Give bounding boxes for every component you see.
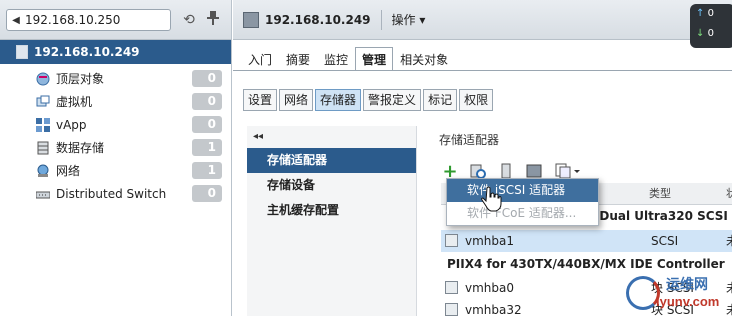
nav-item-count: 0: [192, 70, 222, 87]
adapter-icon: [445, 303, 458, 316]
subtab-permissions[interactable]: 权限: [459, 89, 494, 111]
tab-monitor[interactable]: 监控: [317, 47, 355, 71]
nav-item-count: 0: [192, 116, 222, 133]
up-arrow-icon: ↑: [696, 8, 705, 19]
adapter-status: 未: [726, 230, 732, 252]
storage-side-menu: ◂◂ 存储适配器 存储设备 主机缓存配置: [247, 126, 417, 316]
nav-item-count: 0: [192, 185, 222, 202]
manage-subtabs: 设置 网络 存储器 警报定义 标记 权限: [243, 89, 495, 111]
status-indicator[interactable]: ↑ 0 ↓ 0: [690, 4, 732, 48]
subtab-tags[interactable]: 标记: [423, 89, 458, 111]
history-back-box[interactable]: ◀ 192.168.10.250: [6, 9, 171, 31]
host-icon: [243, 11, 259, 28]
vm-icon: [36, 95, 50, 109]
watermark-logo-icon: [626, 276, 660, 310]
distributed-switch-icon: [35, 187, 51, 201]
host-icon: [16, 45, 28, 59]
side-item-storage-adapters[interactable]: 存储适配器: [247, 148, 416, 173]
tab-manage[interactable]: 管理: [355, 47, 394, 71]
nav-item-label: Distributed Switch: [56, 186, 167, 201]
hand-cursor-icon: [480, 186, 502, 212]
group-title-tail: T Dual Ultra320 SCSI: [587, 209, 728, 223]
nav-item-count: 1: [192, 139, 222, 156]
tab-divider: [233, 70, 732, 71]
adapter-type: SCSI: [651, 234, 679, 248]
menu-item-software-iscsi[interactable]: 软件 iSCSI 适配器: [447, 179, 598, 202]
nav-item-datastores[interactable]: 数据存储 1: [0, 136, 231, 159]
adapter-icon: [445, 234, 458, 247]
object-header: 192.168.10.249 操作 ▾: [233, 0, 732, 40]
subtab-settings[interactable]: 设置: [243, 89, 278, 111]
nav-item-label: 网络: [56, 164, 81, 178]
side-item-host-cache[interactable]: 主机缓存配置: [247, 198, 416, 223]
tab-getting-started[interactable]: 入门: [241, 47, 279, 71]
down-arrow-icon: ↓: [696, 28, 705, 39]
actions-menu[interactable]: 操作 ▾: [392, 11, 426, 28]
refresh-history-icon[interactable]: ⟲: [180, 11, 198, 29]
tab-summary[interactable]: 摘要: [279, 47, 317, 71]
nav-item-count: 0: [192, 93, 222, 110]
subtab-storage[interactable]: 存储器: [315, 89, 362, 111]
status-up-row: ↑ 0: [690, 4, 732, 24]
nav-host-item[interactable]: 192.168.10.249: [0, 40, 231, 64]
navigator-header: ◀ 192.168.10.250 ⟲: [0, 0, 231, 40]
tab-related-objects[interactable]: 相关对象: [393, 47, 455, 71]
datastore-icon: [36, 141, 50, 155]
adapter-name: vmhba0: [465, 281, 515, 295]
navigator-panel: ◀ 192.168.10.250 ⟲ 192.168.10.249 顶层对象 0…: [0, 0, 232, 316]
nav-item-label: 顶层对象: [56, 72, 105, 86]
content-title: 存储适配器: [439, 133, 500, 147]
column-header-type[interactable]: 类型: [633, 183, 723, 205]
site-watermark: 运维网 iyunv.com: [620, 270, 732, 316]
add-adapter-menu: 软件 iSCSI 适配器 软件 FCoE 适配器...: [446, 178, 599, 226]
header-divider: [380, 9, 382, 30]
nav-item-label: 虚拟机: [56, 95, 93, 109]
back-arrow-icon[interactable]: ◀: [7, 15, 25, 26]
history-value: 192.168.10.250: [25, 13, 121, 27]
subtab-alarm-definitions[interactable]: 警报定义: [363, 89, 422, 111]
watermark-line2: iyunv.com: [656, 294, 720, 309]
adapter-icon: [445, 281, 458, 294]
status-up-count: 0: [707, 8, 714, 19]
watermark-line1: 运维网: [666, 277, 708, 293]
nav-item-label: vApp: [56, 117, 87, 132]
adapter-name: vmhba1: [465, 234, 515, 248]
status-down-row: ↓ 0: [690, 24, 732, 44]
status-down-count: 0: [707, 28, 714, 39]
network-icon: [36, 164, 50, 178]
object-title: 192.168.10.249: [265, 12, 371, 27]
object-tabs: 入门 摘要 监控 管理 相关对象: [241, 47, 455, 71]
nav-item-networks[interactable]: 网络 1: [0, 159, 231, 182]
nav-item-vapp[interactable]: vApp 0: [0, 113, 231, 136]
top-object-icon: [36, 72, 50, 86]
nav-item-count: 1: [192, 162, 222, 179]
table-row[interactable]: vmhba1 SCSI 未: [441, 230, 732, 252]
side-item-storage-devices[interactable]: 存储设备: [247, 173, 416, 198]
nav-item-top-objects[interactable]: 顶层对象 0: [0, 67, 231, 90]
adapter-name: vmhba32: [465, 303, 522, 317]
nav-item-vms[interactable]: 虚拟机 0: [0, 90, 231, 113]
menu-item-software-fcoe[interactable]: 软件 FCoE 适配器...: [447, 202, 598, 225]
main-panel: 192.168.10.249 操作 ▾ 入门 摘要 监控 管理 相关对象 设置 …: [233, 0, 732, 317]
column-header-status[interactable]: 状: [723, 183, 732, 205]
pin-icon[interactable]: [204, 11, 222, 29]
collapse-icon[interactable]: ◂◂: [247, 126, 416, 148]
nav-host-label: 192.168.10.249: [34, 45, 140, 59]
nav-item-distributed-switch[interactable]: Distributed Switch 0: [0, 182, 231, 205]
subtab-networking[interactable]: 网络: [279, 89, 314, 111]
nav-item-label: 数据存储: [56, 141, 105, 155]
vapp-icon: [36, 117, 50, 132]
